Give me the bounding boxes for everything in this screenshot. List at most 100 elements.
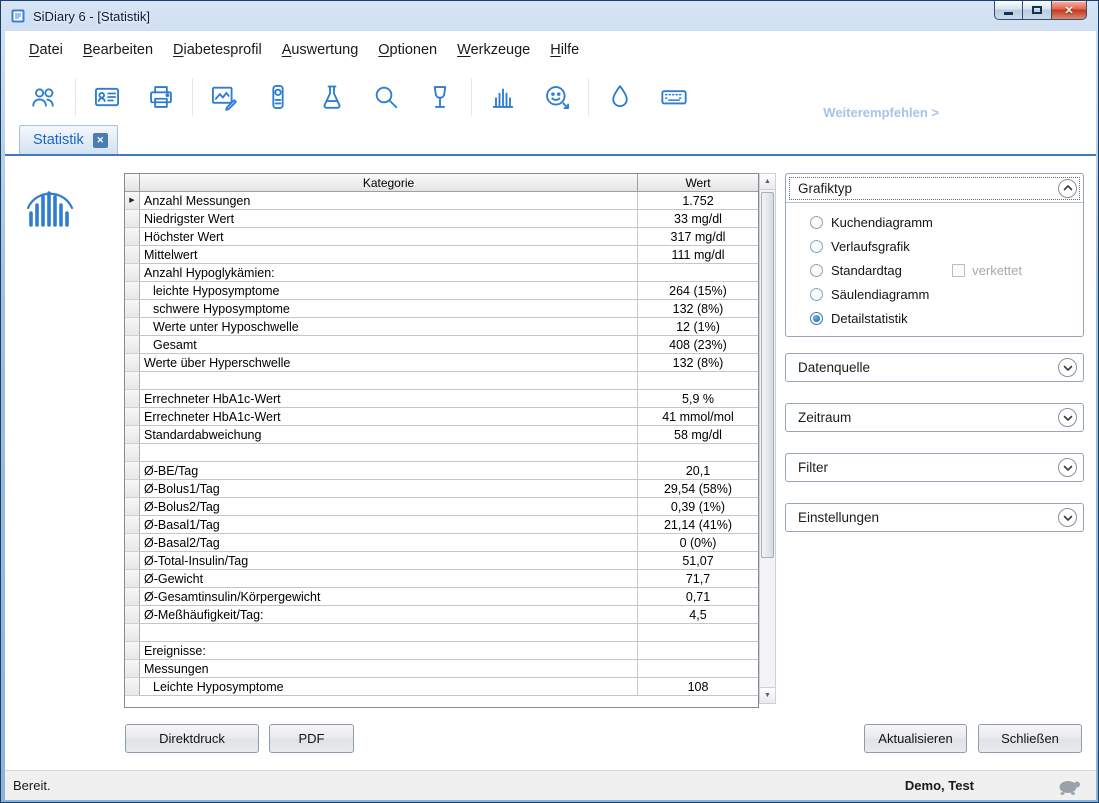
col-header-wert[interactable]: Wert [638,174,758,192]
row-selector[interactable] [125,210,140,228]
row-selector[interactable] [125,336,140,354]
radio-verlaufsgrafik[interactable]: Verlaufsgrafik [786,234,1083,258]
row-selector[interactable] [125,642,140,660]
scroll-down-icon[interactable]: ▼ [760,687,775,703]
grafiktyp-header[interactable]: Grafiktyp [786,174,1083,203]
row-selector[interactable] [125,264,140,282]
row-selector[interactable] [125,408,140,426]
maximize-button[interactable] [1023,1,1051,20]
table-row[interactable]: Ø-Meßhäufigkeit/Tag:4,5 [125,606,758,624]
table-row[interactable]: Ø-Gewicht71,7 [125,570,758,588]
toolbar-keyboard-button[interactable] [651,76,697,118]
toolbar-drop-button[interactable] [597,76,643,118]
einstellungen-panel[interactable]: Einstellungen [785,503,1084,532]
row-selector[interactable] [125,624,140,642]
row-selector[interactable] [125,228,140,246]
table-row[interactable]: Ø-Basal1/Tag21,14 (41%) [125,516,758,534]
row-selector[interactable] [125,246,140,264]
table-row[interactable]: Ø-Bolus2/Tag0,39 (1%) [125,498,758,516]
table-row[interactable]: leichte Hyposymptome264 (15%) [125,282,758,300]
row-selector[interactable] [125,570,140,588]
table-row[interactable]: Gesamt408 (23%) [125,336,758,354]
row-selector[interactable] [125,300,140,318]
toolbar-smiley-button[interactable] [534,76,580,118]
row-selector[interactable] [125,660,140,678]
row-selector[interactable] [125,282,140,300]
row-selector[interactable]: ▶ [125,192,140,210]
table-row[interactable]: Höchster Wert317 mg/dl [125,228,758,246]
row-selector[interactable] [125,606,140,624]
expand-button[interactable] [1058,358,1077,377]
table-row[interactable]: Ø-Bolus1/Tag29,54 (58%) [125,480,758,498]
table-row[interactable] [125,444,758,462]
col-header-kategorie[interactable]: Kategorie [140,174,638,192]
row-selector[interactable] [125,480,140,498]
table-row[interactable]: Anzahl Hypoglykämien: [125,264,758,282]
table-row[interactable]: Ø-Total-Insulin/Tag51,07 [125,552,758,570]
row-selector[interactable] [125,372,140,390]
row-selector[interactable] [125,444,140,462]
menu-item-hilfe[interactable]: Hilfe [540,37,589,63]
pdf-button[interactable]: PDF [269,724,354,753]
row-selector[interactable] [125,534,140,552]
menu-item-bearbeiten[interactable]: Bearbeiten [73,37,163,63]
table-row[interactable]: Mittelwert111 mg/dl [125,246,758,264]
direktdruck-button[interactable]: Direktdruck [125,724,259,753]
row-selector[interactable] [125,318,140,336]
row-selector[interactable] [125,516,140,534]
toolbar-search-button[interactable] [363,76,409,118]
radio-kuchendiagramm[interactable]: Kuchendiagramm [786,210,1083,234]
toolbar-chart-edit-button[interactable] [201,76,247,118]
table-row[interactable]: schwere Hyposymptome132 (8%) [125,300,758,318]
row-selector[interactable] [125,678,140,696]
recommend-link[interactable]: Weiterempfehlen > [823,105,939,120]
toolbar-glass-button[interactable] [417,76,463,118]
menu-item-diabetesprofil[interactable]: Diabetesprofil [163,37,272,63]
filter-panel[interactable]: Filter [785,453,1084,482]
collapse-button[interactable] [1058,179,1077,198]
table-row[interactable]: Ø-BE/Tag20,1 [125,462,758,480]
toolbar-flask-button[interactable] [309,76,355,118]
scroll-up-icon[interactable]: ▲ [760,174,775,190]
row-selector[interactable] [125,588,140,606]
toolbar-statistics-button[interactable] [480,76,526,118]
expand-button[interactable] [1058,458,1077,477]
expand-button[interactable] [1058,408,1077,427]
menu-item-auswertung[interactable]: Auswertung [272,37,369,63]
table-row[interactable]: Leichte Hyposymptome108 [125,678,758,696]
row-selector[interactable] [125,426,140,444]
radio-detailstatistik[interactable]: Detailstatistik [786,306,1083,330]
table-row[interactable]: ▶Anzahl Messungen1.752 [125,192,758,210]
expand-button[interactable] [1058,508,1077,527]
table-row[interactable] [125,624,758,642]
menu-item-datei[interactable]: Datei [19,37,73,63]
row-selector[interactable] [125,552,140,570]
table-row[interactable]: Errechneter HbA1c-Wert41 mmol/mol [125,408,758,426]
table-scrollbar[interactable]: ▲ ▼ [759,173,776,704]
verkettet-checkbox[interactable]: verkettet [952,263,1022,278]
row-selector[interactable] [125,462,140,480]
zeitraum-panel[interactable]: Zeitraum [785,403,1084,432]
table-row[interactable]: Standardabweichung58 mg/dl [125,426,758,444]
table-row[interactable]: Ø-Gesamtinsulin/Körpergewicht0,71 [125,588,758,606]
radio-standardtag[interactable]: Standardtag verkettet [786,258,1083,282]
minimize-button[interactable] [994,1,1023,20]
schliessen-button[interactable]: Schließen [978,724,1082,753]
row-selector[interactable] [125,354,140,372]
table-row[interactable] [125,372,758,390]
toolbar-printer-button[interactable] [138,76,184,118]
table-row[interactable]: Ø-Basal2/Tag0 (0%) [125,534,758,552]
table-row[interactable]: Werte über Hyperschwelle132 (8%) [125,354,758,372]
toolbar-users-button[interactable] [21,76,67,118]
row-selector[interactable] [125,390,140,408]
aktualisieren-button[interactable]: Aktualisieren [864,724,967,753]
row-selector[interactable] [125,498,140,516]
scroll-thumb[interactable] [761,192,774,558]
toolbar-id-card-button[interactable] [84,76,130,118]
radio-saeulendiagramm[interactable]: Säulendiagramm [786,282,1083,306]
menu-item-optionen[interactable]: Optionen [368,37,447,63]
close-button[interactable]: ✕ [1051,1,1087,20]
tab-statistik[interactable]: Statistik ✕ [19,125,118,154]
table-row[interactable]: Ereignisse: [125,642,758,660]
menu-item-werkzeuge[interactable]: Werkzeuge [447,37,540,63]
